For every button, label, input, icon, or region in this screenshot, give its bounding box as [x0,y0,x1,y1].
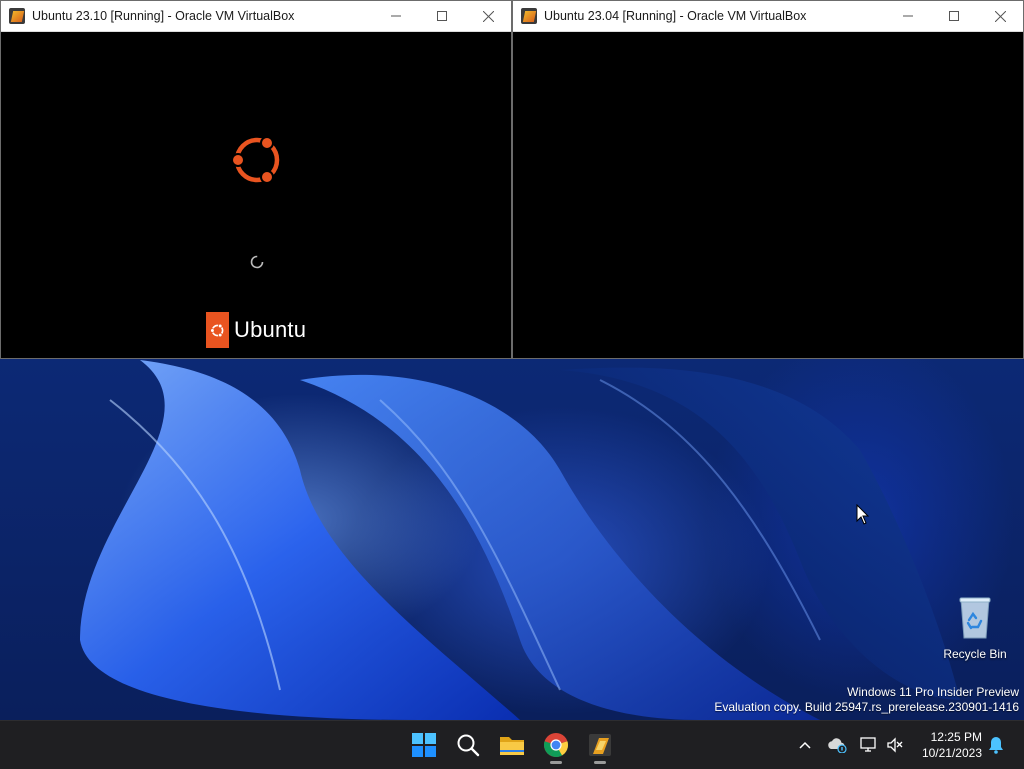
window-title: Ubuntu 23.10 [Running] - Oracle VM Virtu… [32,9,295,23]
onedrive-icon [828,738,847,753]
virtualbox-window-ubuntu-2304[interactable]: Ubuntu 23.04 [Running] - Oracle VM Virtu… [512,0,1024,359]
minimize-button[interactable] [885,1,931,31]
ubuntu-brand-text: Ubuntu [234,317,307,342]
watermark-edition: Windows 11 Pro Insider Preview [847,685,1019,699]
loading-spinner-icon [250,255,264,269]
virtualbox-icon [9,8,25,24]
maximize-icon [437,11,447,21]
virtualbox-icon [589,734,611,756]
windows-evaluation-watermark: Windows 11 Pro Insider Preview Evaluatio… [714,685,1019,715]
taskbar: 12:25 PM 10/21/2023 [0,720,1024,769]
notification-bell-icon [989,737,1003,754]
virtualbox-icon [521,8,537,24]
window-title: Ubuntu 23.04 [Running] - Oracle VM Virtu… [544,9,807,23]
taskbar-start-button[interactable] [404,725,444,765]
folder-icon [500,737,524,755]
chevron-up-icon [799,741,811,749]
clock-time: 12:25 PM [930,730,982,744]
network-icon [860,737,876,752]
close-button[interactable] [977,1,1023,31]
ubuntu-logo-tile [206,312,229,348]
minimize-icon [391,15,401,17]
search-icon [457,734,480,757]
taskbar-file-explorer-button[interactable] [492,725,532,765]
clock-date: 10/21/2023 [921,746,982,760]
ubuntu-wordmark: Ubuntu [206,312,306,348]
show-hidden-icons-button[interactable] [795,735,815,755]
close-button[interactable] [465,1,511,31]
vm-display[interactable]: Ubuntu [1,32,511,358]
close-icon [482,10,494,22]
mouse-pointer-icon [856,504,870,525]
network-tray-button[interactable] [859,735,879,755]
taskbar-search-button[interactable] [448,725,488,765]
running-indicator [550,761,562,764]
minimize-icon [903,15,913,17]
taskbar-clock[interactable]: 12:25 PM 10/21/2023 [922,729,982,761]
close-icon [994,10,1006,22]
notification-center-button[interactable] [986,735,1006,755]
onedrive-tray-button[interactable] [827,735,847,755]
ubuntu-circle-of-friends-icon [231,136,280,184]
maximize-icon [949,11,959,21]
maximize-button[interactable] [419,1,465,31]
minimize-button[interactable] [373,1,419,31]
chrome-icon [544,733,568,757]
maximize-button[interactable] [931,1,977,31]
virtualbox-window-ubuntu-2310[interactable]: Ubuntu 23.10 [Running] - Oracle VM Virtu… [0,0,512,359]
taskbar-virtualbox-button[interactable] [580,725,620,765]
recycle-bin-icon [959,597,991,639]
volume-tray-button[interactable] [885,735,905,755]
running-indicator [594,761,606,764]
window-titlebar[interactable]: Ubuntu 23.04 [Running] - Oracle VM Virtu… [513,1,1023,32]
windows-start-icon [412,733,436,757]
taskbar-chrome-button[interactable] [536,725,576,765]
desktop-icon-recycle-bin[interactable]: Recycle Bin [938,596,1012,661]
window-titlebar[interactable]: Ubuntu 23.10 [Running] - Oracle VM Virtu… [1,1,511,32]
watermark-build: Evaluation copy. Build 25947.rs_prerelea… [714,700,1019,714]
vm-display[interactable] [513,32,1023,358]
desktop-icon-label: Recycle Bin [943,647,1007,661]
volume-muted-icon [887,737,903,753]
